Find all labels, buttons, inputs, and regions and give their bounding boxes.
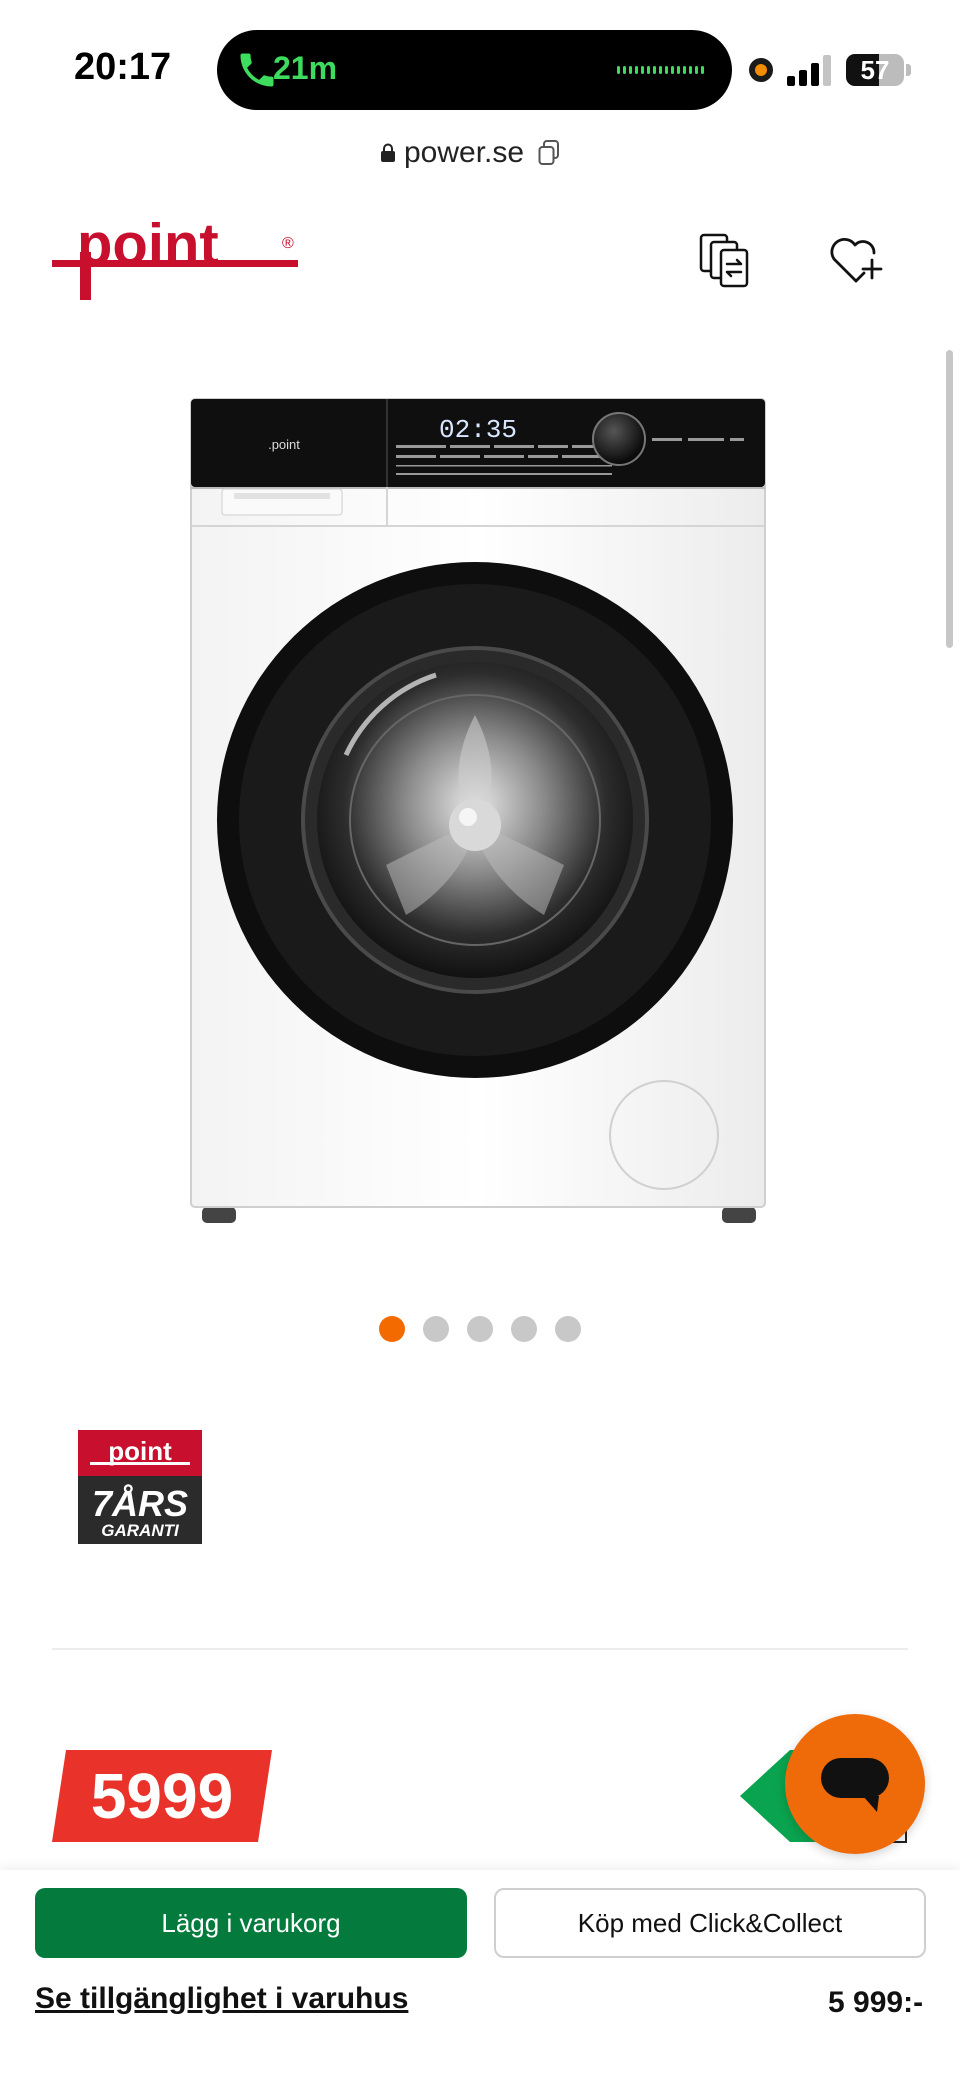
url-text: power.se — [404, 136, 525, 169]
waveform-icon — [617, 66, 704, 74]
heart-plus-icon[interactable] — [826, 236, 884, 286]
store-availability-link[interactable]: Se tillgänglighet i varuhus — [35, 1982, 408, 2016]
point-logo[interactable]: point ® — [52, 222, 302, 300]
carousel-dot-5[interactable] — [555, 1316, 581, 1342]
click-and-collect-button[interactable]: Köp med Click&Collect — [494, 1888, 926, 1958]
carousel-dots — [379, 1316, 581, 1342]
battery-percentage: 57 — [860, 55, 890, 85]
add-to-cart-button[interactable]: Lägg i varukorg — [35, 1888, 467, 1958]
carousel-dot-4[interactable] — [511, 1316, 537, 1342]
scrollbar-thumb[interactable] — [946, 350, 953, 648]
cellular-signal-icon — [787, 55, 831, 86]
warranty-years: 7ÅRS — [92, 1483, 188, 1524]
dynamic-island[interactable]: 21m — [217, 30, 732, 110]
chat-bubble-icon — [821, 1758, 889, 1812]
battery-icon: 57 — [846, 54, 904, 86]
product-brand-text: .point — [268, 437, 300, 452]
display-time: 02:35 — [439, 415, 517, 445]
warranty-brand: point — [108, 1436, 172, 1466]
battery-tip — [906, 64, 911, 76]
bottom-price: 5 999:- — [828, 1986, 924, 2019]
warranty-label: GARANTI — [101, 1521, 180, 1540]
status-time: 20:17 — [74, 46, 172, 88]
carousel-dot-2[interactable] — [423, 1316, 449, 1342]
call-duration: 21m — [273, 50, 338, 86]
logo-registered-mark: ® — [282, 235, 294, 252]
microphone-indicator-icon — [749, 58, 773, 82]
carousel-dot-3[interactable] — [467, 1316, 493, 1342]
bottom-action-bar: Lägg i varukorg Köp med Click&Collect Se… — [0, 1870, 960, 2086]
warranty-badge: point 7ÅRS GARANTI — [78, 1430, 202, 1544]
lock-icon — [381, 143, 395, 162]
carousel-dot-1[interactable] — [379, 1316, 405, 1342]
price-amount: 5999 — [90, 1760, 234, 1832]
logo-wordmark: point — [77, 222, 219, 277]
chat-button[interactable] — [785, 1714, 925, 1854]
url-bar[interactable]: power.se — [380, 133, 560, 173]
product-image-washing-machine[interactable]: .point 02:35 — [186, 395, 770, 1230]
copy-icon[interactable] — [538, 140, 560, 166]
section-divider — [52, 1648, 908, 1650]
compare-icon[interactable] — [697, 232, 753, 290]
